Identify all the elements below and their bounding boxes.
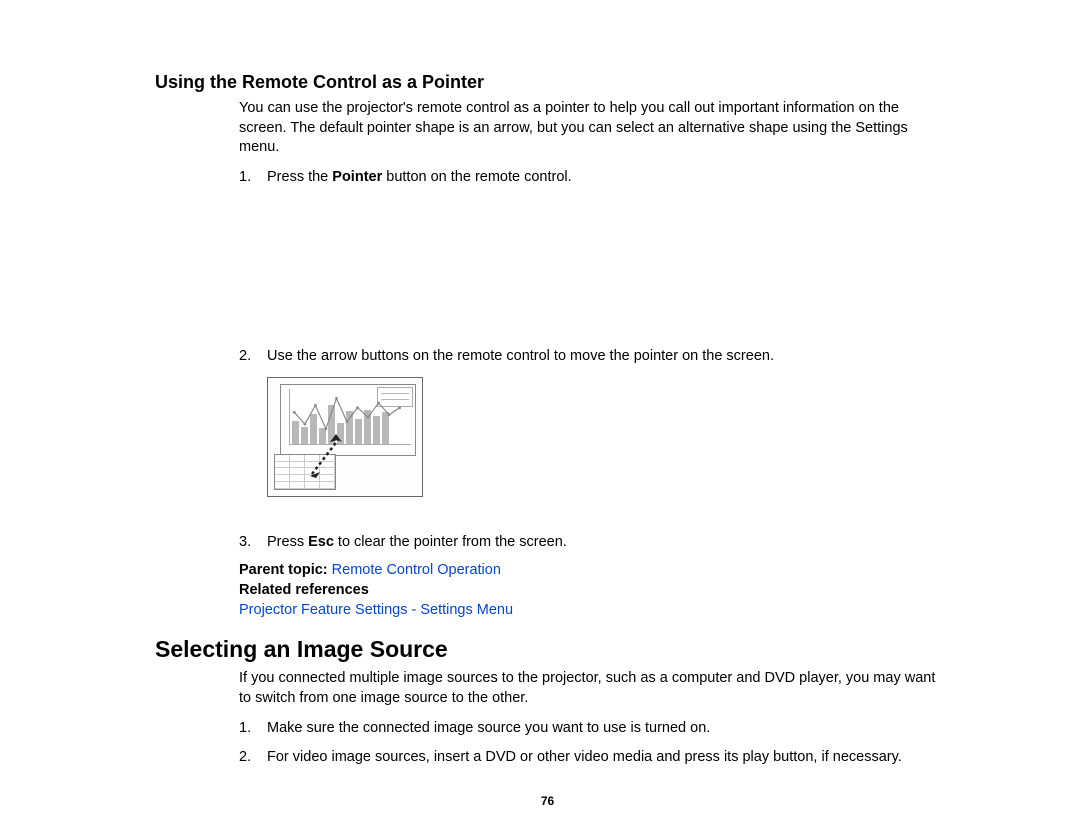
section-body-pointer: You can use the projector's remote contr… (239, 99, 940, 618)
step-number: 1. (239, 719, 267, 739)
step-2: 2. Use the arrow buttons on the remote c… (239, 347, 940, 367)
related-references-link[interactable]: Projector Feature Settings - Settings Me… (239, 602, 940, 618)
step-text: For video image sources, insert a DVD or… (267, 748, 940, 768)
parent-topic-link[interactable]: Remote Control Operation (332, 562, 501, 578)
step-1: 1. Make sure the connected image source … (239, 719, 940, 739)
steps-pointer: 1. Press the Pointer button on the remot… (239, 168, 940, 188)
step-1: 1. Press the Pointer button on the remot… (239, 168, 940, 188)
step-number: 2. (239, 748, 267, 768)
intro-paragraph: You can use the projector's remote contr… (239, 99, 940, 158)
step-text: Use the arrow buttons on the remote cont… (267, 347, 940, 367)
step-2: 2. For video image sources, insert a DVD… (239, 748, 940, 768)
figure-placeholder-remote (239, 197, 940, 347)
step-3: 3. Press Esc to clear the pointer from t… (239, 533, 940, 553)
figure-screen-pointer (267, 377, 423, 497)
step-text: Make sure the connected image source you… (267, 719, 940, 739)
pointer-arrow-icon (308, 428, 348, 478)
intro-paragraph-2: If you connected multiple image sources … (239, 669, 940, 708)
section-heading-pointer: Using the Remote Control as a Pointer (155, 72, 940, 93)
related-references-label: Related references (239, 582, 940, 598)
steps-pointer-cont2: 3. Press Esc to clear the pointer from t… (239, 533, 940, 553)
step-number: 2. (239, 347, 267, 367)
page-content: Using the Remote Control as a Pointer Yo… (0, 0, 1080, 828)
parent-topic-label: Parent topic: (239, 562, 332, 578)
section-body-image-source: If you connected multiple image sources … (239, 669, 940, 767)
chart-screen (280, 384, 416, 456)
steps-image-source: 1. Make sure the connected image source … (239, 719, 940, 768)
section-heading-image-source: Selecting an Image Source (155, 636, 940, 663)
steps-pointer-cont: 2. Use the arrow buttons on the remote c… (239, 347, 940, 367)
step-text: Press Esc to clear the pointer from the … (267, 533, 940, 553)
page-number: 76 (155, 794, 940, 808)
parent-topic: Parent topic: Remote Control Operation (239, 562, 940, 578)
step-number: 3. (239, 533, 267, 553)
step-text: Press the Pointer button on the remote c… (267, 168, 940, 188)
step-number: 1. (239, 168, 267, 188)
